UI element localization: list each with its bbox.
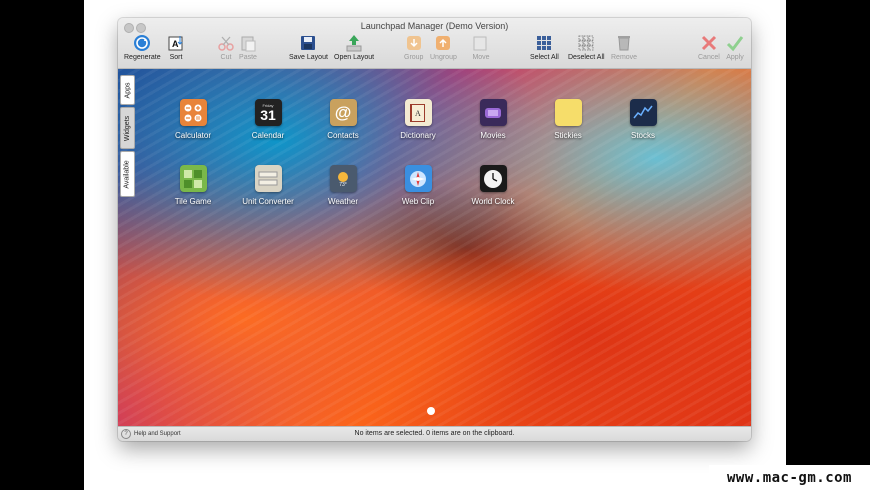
deselect-all-button[interactable]: Deselect All	[568, 34, 605, 61]
app-web-clip[interactable]: Web Clip	[383, 165, 453, 206]
paste-icon	[239, 34, 257, 52]
svg-text:A: A	[415, 109, 421, 118]
app-calculator[interactable]: Calculator	[158, 99, 228, 140]
regenerate-icon	[133, 34, 151, 52]
app-tile-game[interactable]: Tile Game	[158, 165, 228, 206]
group-icon	[405, 34, 423, 52]
trash-icon	[615, 34, 633, 52]
tab-apps[interactable]: Apps	[120, 75, 135, 105]
stickies-icon	[554, 99, 582, 126]
app-unit-converter[interactable]: Unit Converter	[233, 165, 303, 206]
window-title: Launchpad Manager (Demo Version)	[360, 21, 509, 31]
web-clip-icon	[404, 165, 432, 192]
remove-button[interactable]: Remove	[611, 34, 637, 61]
open-layout-button[interactable]: Open Layout	[334, 34, 374, 61]
page-indicator-dot[interactable]	[427, 407, 435, 415]
ungroup-icon	[434, 34, 452, 52]
select-all-grid-icon	[535, 34, 553, 52]
sort-icon: A	[167, 34, 185, 52]
checkmark-icon	[726, 34, 744, 52]
launchpad-area: Apps Widgets Available Calculator Friday…	[118, 69, 751, 426]
tab-available[interactable]: Available	[120, 151, 135, 197]
scissors-icon	[217, 34, 235, 52]
app-window: Launchpad Manager (Demo Version) Regener…	[118, 18, 751, 441]
sort-button[interactable]: A Sort	[167, 34, 185, 61]
watermark: www.mac-gm.com	[709, 465, 870, 490]
stocks-icon	[629, 99, 657, 126]
save-layout-button[interactable]: Save Layout	[289, 34, 328, 61]
tab-widgets[interactable]: Widgets	[120, 107, 135, 149]
movies-icon	[479, 99, 507, 126]
move-button[interactable]: Move	[472, 34, 490, 61]
status-bar: ? Help and Support No items are selected…	[118, 426, 751, 441]
titlebar: Launchpad Manager (Demo Version) Regener…	[118, 18, 751, 69]
paste-button[interactable]: Paste	[239, 34, 257, 61]
svg-text:A: A	[172, 39, 179, 49]
app-weather[interactable]: 73° Weather	[308, 165, 378, 206]
open-folder-icon	[345, 34, 363, 52]
regenerate-button[interactable]: Regenerate	[124, 34, 161, 61]
contacts-icon: @	[329, 99, 357, 126]
tile-game-icon	[179, 165, 207, 192]
app-contacts[interactable]: @ Contacts	[308, 99, 378, 140]
ungroup-button[interactable]: Ungroup	[430, 34, 457, 61]
app-stocks[interactable]: Stocks	[608, 99, 678, 140]
app-stickies[interactable]: Stickies	[533, 99, 603, 140]
app-calendar[interactable]: Friday 31 Calendar	[233, 99, 303, 140]
cut-button[interactable]: Cut	[217, 34, 235, 61]
calculator-icon	[179, 99, 207, 126]
weather-icon: 73°	[329, 165, 357, 192]
status-message: No items are selected. 0 items are on th…	[354, 430, 515, 437]
floppy-disk-icon	[299, 34, 317, 52]
deselect-all-grid-icon	[577, 34, 595, 52]
clock-icon	[479, 165, 507, 192]
calendar-icon: Friday 31	[254, 99, 282, 126]
apply-button[interactable]: Apply	[726, 34, 744, 61]
cancel-x-icon	[700, 34, 718, 52]
app-dictionary[interactable]: A Dictionary	[383, 99, 453, 140]
app-movies[interactable]: Movies	[458, 99, 528, 140]
app-world-clock[interactable]: World Clock	[458, 165, 528, 206]
select-all-button[interactable]: Select All	[530, 34, 559, 61]
dictionary-icon: A	[404, 99, 432, 126]
unit-converter-icon	[254, 165, 282, 192]
move-icon	[472, 34, 490, 52]
group-button[interactable]: Group	[404, 34, 423, 61]
side-tabs: Apps Widgets Available	[120, 75, 135, 199]
cancel-button[interactable]: Cancel	[698, 34, 720, 61]
